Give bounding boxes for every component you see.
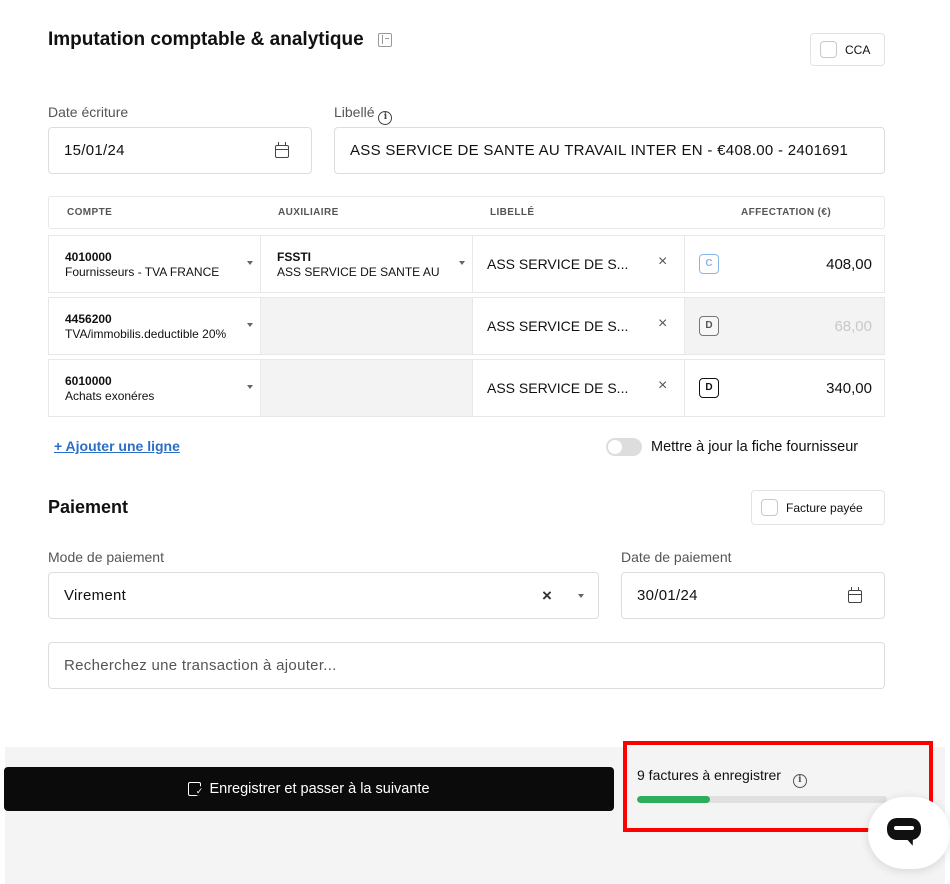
close-icon[interactable]: × xyxy=(658,315,667,333)
row-libelle: ASS SERVICE DE S... xyxy=(487,256,629,272)
aux-code: FSSTI xyxy=(277,250,312,264)
save-and-next-button[interactable]: Enregistrer et passer à la suivante xyxy=(4,767,614,811)
aux-name: ASS SERVICE DE SANTE AU xyxy=(277,265,440,279)
debit-badge: D xyxy=(699,316,719,336)
close-icon[interactable]: × xyxy=(658,253,667,271)
chevron-down-icon[interactable] xyxy=(578,594,584,598)
chevron-down-icon[interactable] xyxy=(459,261,465,265)
account-number: 6010000 xyxy=(65,374,112,388)
affectation-cell[interactable]: D 340,00 xyxy=(684,359,885,417)
row-libelle: ASS SERVICE DE S... xyxy=(487,380,629,396)
account-select[interactable]: 4456200 TVA/immobilis.deductible 20% xyxy=(48,297,261,355)
account-name: Achats exonéres xyxy=(65,389,155,403)
amount-value: 68,00 xyxy=(834,318,872,335)
table-row: 6010000 Achats exonéres ASS SERVICE DE S… xyxy=(48,359,885,417)
chevron-down-icon[interactable] xyxy=(247,385,253,389)
account-name: Fournisseurs - TVA FRANCE xyxy=(65,265,220,279)
libelle-value: ASS SERVICE DE SANTE AU TRAVAIL INTER EN… xyxy=(350,142,849,159)
table-row: 4456200 TVA/immobilis.deductible 20% ASS… xyxy=(48,297,885,355)
libelle-label-wrap: Libellé i xyxy=(334,104,393,125)
update-supplier-label: Mettre à jour la fiche fournisseur xyxy=(651,439,859,455)
chevron-down-icon[interactable] xyxy=(247,323,253,327)
affectation-cell: D 68,00 xyxy=(684,297,885,355)
collapse-panel-icon[interactable] xyxy=(377,33,392,47)
account-number: 4010000 xyxy=(65,250,112,264)
payment-mode-label: Mode de paiement xyxy=(48,549,164,565)
section-title-paiement: Paiement xyxy=(48,497,129,517)
libelle-label: Libellé xyxy=(334,104,375,120)
amount-value: 340,00 xyxy=(826,380,872,397)
table-row: 4010000 Fournisseurs - TVA FRANCE FSSTI … xyxy=(48,235,885,293)
account-select[interactable]: 6010000 Achats exonéres xyxy=(48,359,261,417)
account-number: 4456200 xyxy=(65,312,112,326)
cca-label: CCA xyxy=(845,42,871,57)
header-affectation: AFFECTATION (€) xyxy=(741,207,832,218)
table-header: COMPTE AUXILIAIRE LIBELLÉ AFFECTATION (€… xyxy=(48,196,885,229)
auxiliary-select[interactable]: FSSTI ASS SERVICE DE SANTE AU xyxy=(260,235,473,293)
payment-date-field[interactable]: 30/01/24 xyxy=(621,572,885,619)
clear-icon[interactable]: × xyxy=(542,586,552,606)
section-title-imputation: Imputation comptable & analytique xyxy=(48,29,392,51)
calendar-icon[interactable] xyxy=(848,587,862,603)
header-libelle: LIBELLÉ xyxy=(490,207,535,218)
auxiliary-select xyxy=(260,297,473,355)
add-line-link[interactable]: + Ajouter une ligne xyxy=(54,438,180,454)
invoice-paid-checkbox-box[interactable] xyxy=(761,499,778,516)
cca-checkbox[interactable]: CCA xyxy=(810,33,885,66)
libelle-field[interactable]: ASS SERVICE DE SANTE AU TRAVAIL INTER EN… xyxy=(334,127,885,174)
row-libelle: ASS SERVICE DE S... xyxy=(487,318,629,334)
debit-badge[interactable]: D xyxy=(699,378,719,398)
credit-badge[interactable]: C xyxy=(699,254,719,274)
chat-icon[interactable] xyxy=(887,818,921,840)
header-auxiliaire: AUXILIAIRE xyxy=(278,207,339,218)
auxiliary-select xyxy=(260,359,473,417)
payment-mode-select[interactable]: Virement × xyxy=(48,572,599,619)
libelle-cell[interactable]: ASS SERVICE DE S... × xyxy=(472,235,685,293)
libelle-cell[interactable]: ASS SERVICE DE S... × xyxy=(472,359,685,417)
header-compte: COMPTE xyxy=(67,207,113,218)
calendar-icon[interactable] xyxy=(275,142,289,158)
cca-checkbox-box[interactable] xyxy=(820,41,837,58)
save-and-next-label: Enregistrer et passer à la suivante xyxy=(209,781,430,797)
date-ecriture-field[interactable]: 15/01/24 xyxy=(48,127,312,174)
date-ecriture-value: 15/01/24 xyxy=(64,142,125,159)
save-check-icon xyxy=(188,782,205,796)
payment-date-label: Date de paiement xyxy=(621,549,732,565)
payment-date-value: 30/01/24 xyxy=(637,587,698,604)
imputation-title: Imputation comptable & analytique xyxy=(48,29,364,50)
date-ecriture-label: Date écriture xyxy=(48,104,129,120)
amount-value: 408,00 xyxy=(826,256,872,273)
libelle-cell[interactable]: ASS SERVICE DE S... × xyxy=(472,297,685,355)
affectation-cell[interactable]: C 408,00 xyxy=(684,235,885,293)
account-name: TVA/immobilis.deductible 20% xyxy=(65,327,227,341)
invoice-paid-checkbox[interactable]: Facture payée xyxy=(751,490,885,525)
transaction-search-placeholder: Recherchez une transaction à ajouter... xyxy=(64,657,337,674)
account-select[interactable]: 4010000 Fournisseurs - TVA FRANCE xyxy=(48,235,261,293)
transaction-search-input[interactable]: Recherchez une transaction à ajouter... xyxy=(48,642,885,689)
info-icon[interactable]: i xyxy=(378,111,393,125)
payment-mode-value: Virement xyxy=(64,587,127,604)
update-supplier-toggle[interactable] xyxy=(606,438,642,456)
chevron-down-icon[interactable] xyxy=(247,261,253,265)
close-icon[interactable]: × xyxy=(658,377,667,395)
invoice-paid-label: Facture payée xyxy=(786,500,863,515)
